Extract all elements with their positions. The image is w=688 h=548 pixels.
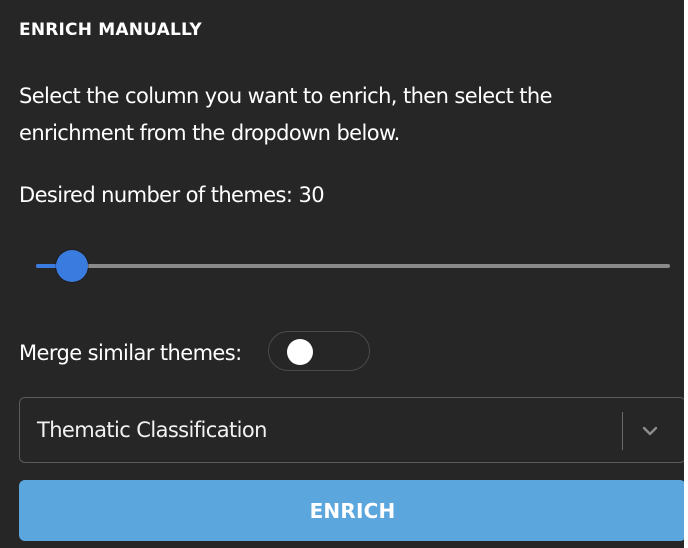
enrichment-dropdown[interactable]: Thematic Classification xyxy=(19,397,686,463)
enrich-manually-panel: ENRICH MANUALLY Select the column you wa… xyxy=(0,0,688,548)
enrichment-dropdown-value: Thematic Classification xyxy=(37,418,267,442)
slider-track[interactable] xyxy=(36,264,670,268)
toggle-knob[interactable] xyxy=(287,339,313,365)
merge-similar-themes-label: Merge similar themes: xyxy=(19,341,242,365)
themes-slider[interactable] xyxy=(36,250,670,282)
chevron-down-icon[interactable] xyxy=(637,418,663,444)
merge-similar-themes-toggle[interactable] xyxy=(268,331,370,371)
slider-thumb[interactable] xyxy=(55,250,88,282)
panel-title: ENRICH MANUALLY xyxy=(19,20,202,40)
panel-description: Select the column you want to enrich, th… xyxy=(19,84,553,145)
enrich-button[interactable]: ENRICH xyxy=(19,480,686,541)
enrich-button-label: ENRICH xyxy=(309,499,396,523)
themes-count-label: Desired number of themes: 30 xyxy=(19,183,325,207)
right-edge-divider xyxy=(684,0,688,548)
dropdown-separator xyxy=(622,412,623,450)
